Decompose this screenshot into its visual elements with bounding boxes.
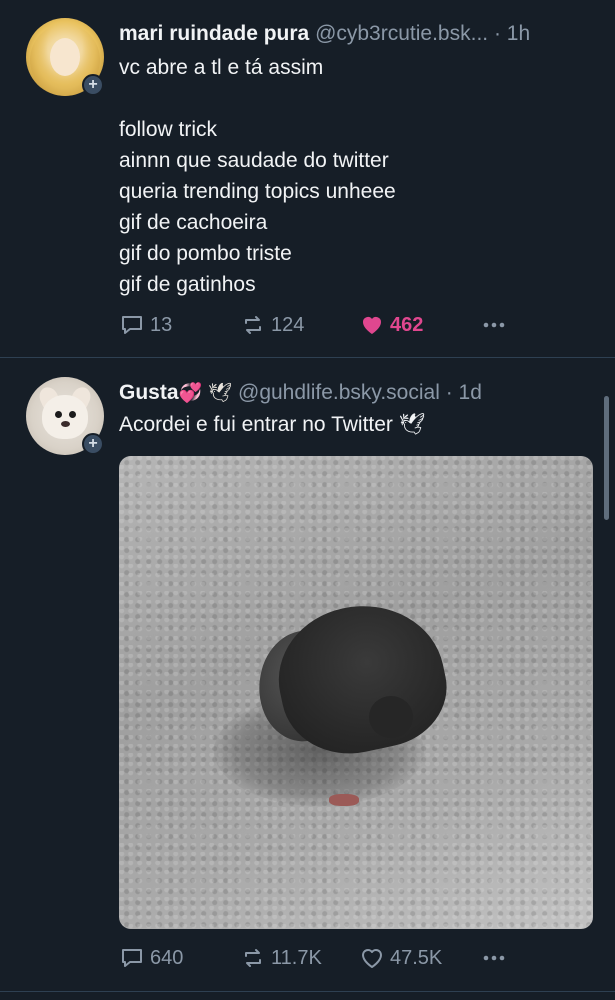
follow-plus-icon[interactable]: + <box>82 433 104 455</box>
feed-post[interactable]: + mari ruindade pura @cyb3rcutie.bsk... … <box>0 0 615 358</box>
like-button[interactable]: 462 <box>359 310 423 340</box>
heart-icon <box>359 313 385 337</box>
reply-icon <box>119 946 145 970</box>
repost-icon <box>240 313 266 337</box>
sparkling-heart-emoji: 💞 <box>178 383 203 404</box>
post-actions: 640 11.7K 47.5K <box>119 943 599 973</box>
more-icon <box>481 313 507 337</box>
reply-count: 13 <box>150 313 173 336</box>
reply-icon <box>119 313 145 337</box>
more-options-button[interactable] <box>481 943 512 973</box>
heart-icon <box>359 946 385 970</box>
author-avatar[interactable]: + <box>26 377 104 455</box>
more-options-button[interactable] <box>481 310 512 340</box>
dove-emoji: 🕊 <box>208 383 233 404</box>
follow-plus-icon[interactable]: + <box>82 74 104 96</box>
post-timestamp[interactable]: · 1h <box>494 22 530 45</box>
author-handle[interactable]: @guhdlife.bsky.social <box>238 381 440 404</box>
more-icon <box>481 946 507 970</box>
post-text: vc abre a tl e tá assim follow trick ain… <box>119 56 396 296</box>
post-text: Acordei e fui entrar no Twitter 🕊 <box>119 413 426 436</box>
author-avatar[interactable]: + <box>26 18 104 96</box>
like-count: 47.5K <box>390 946 443 969</box>
repost-count: 11.7K <box>271 946 322 969</box>
reply-button[interactable]: 640 <box>119 943 183 973</box>
repost-count: 124 <box>271 313 305 336</box>
reply-button[interactable]: 13 <box>119 310 172 340</box>
like-button[interactable]: 47.5K <box>359 943 442 973</box>
author-display-name[interactable]: mari ruindade pura <box>119 22 309 45</box>
scrollbar-thumb[interactable] <box>604 396 609 520</box>
reply-count: 640 <box>150 946 184 969</box>
post-actions: 13 124 462 <box>119 310 599 340</box>
post-gif-image[interactable] <box>119 456 593 929</box>
author-display-name[interactable]: Gusta <box>119 381 179 404</box>
post-timestamp[interactable]: · 1d <box>446 381 482 404</box>
repost-button[interactable]: 11.7K <box>240 943 322 973</box>
repost-button[interactable]: 124 <box>240 310 304 340</box>
post-header: mari ruindade pura @cyb3rcutie.bsk... · … <box>119 22 530 46</box>
author-handle[interactable]: @cyb3rcutie.bsk... <box>315 22 488 45</box>
like-count: 462 <box>390 313 424 336</box>
repost-icon <box>240 946 266 970</box>
post-header: Gusta💞 🕊 @guhdlife.bsky.social · 1d <box>119 381 482 405</box>
